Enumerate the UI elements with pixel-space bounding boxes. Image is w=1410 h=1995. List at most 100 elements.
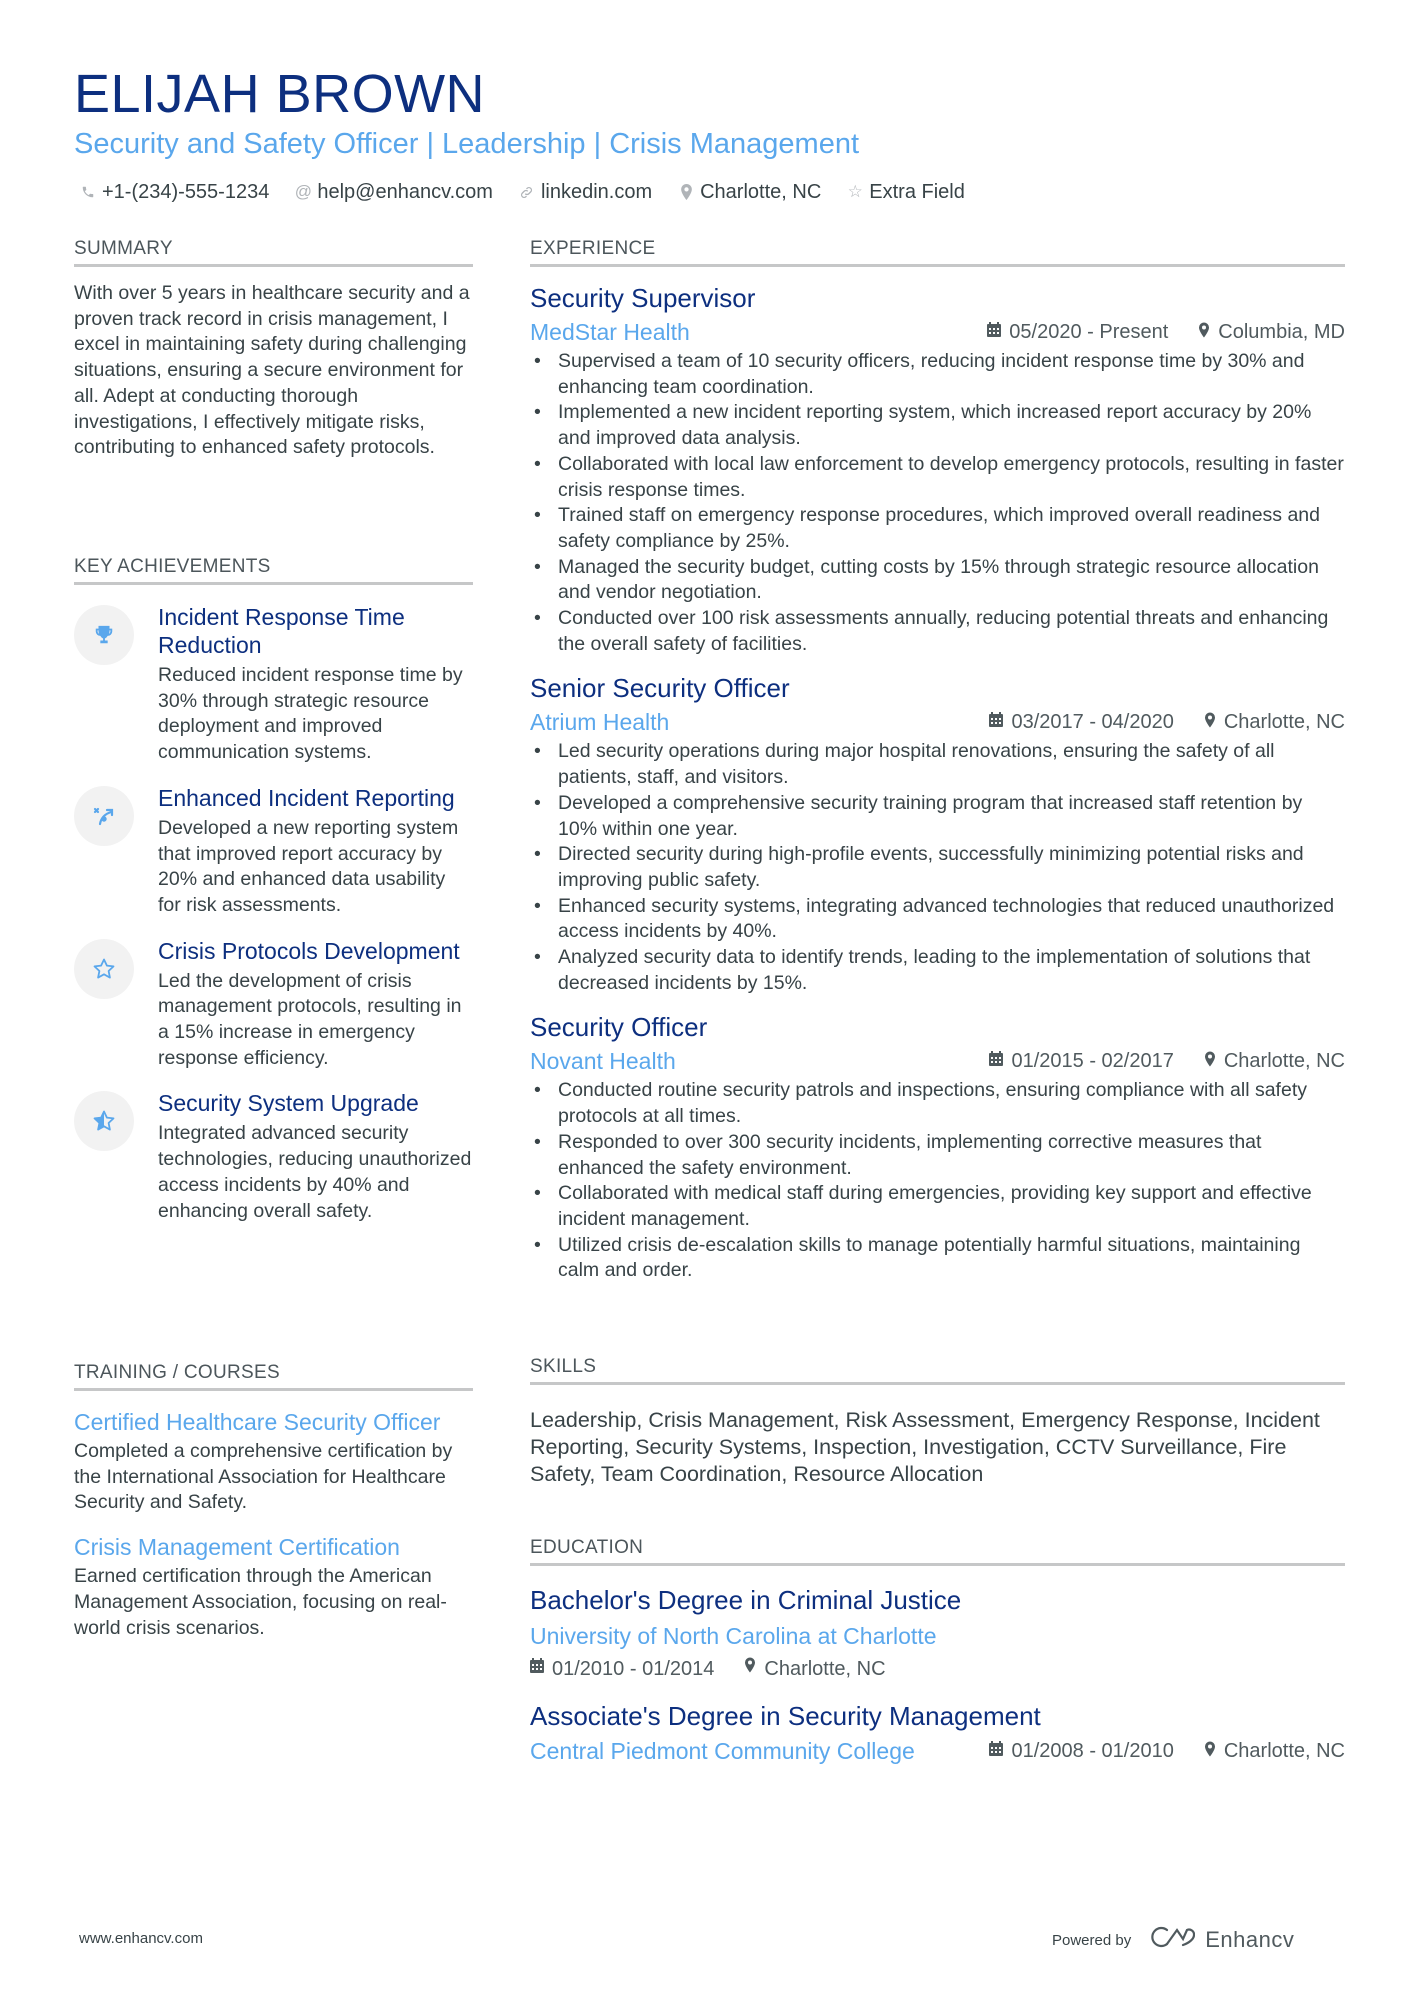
candidate-headline: Security and Safety Officer | Leadership… (74, 128, 860, 160)
location-icon (1204, 1741, 1216, 1762)
experience-section: EXPERIENCE Security Supervisor MedStar H… (530, 238, 1345, 1284)
location-icon (1204, 1051, 1216, 1072)
course-text: Completed a comprehensive certification … (74, 1440, 453, 1514)
skills-heading: SKILLS (530, 1356, 1345, 1385)
location-icon (744, 1654, 756, 1684)
education-heading: EDUCATION (530, 1537, 1345, 1566)
training-heading: TRAINING / COURSES (74, 1362, 473, 1391)
job-bullet: Conducted routine security patrols and i… (534, 1078, 1345, 1129)
job-entry: Senior Security Officer Atrium Health 03… (530, 671, 1345, 996)
calendar-icon (989, 712, 1004, 732)
enhancv-logo-icon (1149, 1925, 1196, 1955)
contact-email-text: help@enhancv.com (317, 181, 493, 203)
phone-icon (80, 185, 96, 199)
achievement-title: Security System Upgrade (158, 1090, 419, 1117)
calendar-icon (530, 1654, 544, 1684)
enhancv-brand-text: Enhancv (1205, 1927, 1295, 1952)
course-item: Crisis Management Certification Earned c… (74, 1532, 473, 1641)
edu-degree: Bachelor's Degree in Criminal Justice (530, 1585, 962, 1615)
job-bullets: Conducted routine security patrols and i… (530, 1078, 1345, 1284)
job-company: Atrium Health (530, 708, 670, 735)
job-bullet: Collaborated with medical staff during e… (534, 1181, 1345, 1232)
job-bullet: Led security operations during major hos… (534, 739, 1345, 790)
edu-degree: Associate's Degree in Security Managemen… (530, 1701, 1041, 1731)
education-entry: Bachelor's Degree in Criminal Justice Un… (530, 1582, 1345, 1684)
education-section: EDUCATION Bachelor's Degree in Criminal … (530, 1537, 1345, 1768)
contact-linkedin-text: linkedin.com (540, 181, 653, 203)
training-section: TRAINING / COURSES Certified Healthcare … (74, 1362, 473, 1641)
course-item: Certified Healthcare Security Officer Co… (74, 1407, 473, 1516)
achievements-section: KEY ACHIEVEMENTS Incident Response Time … (74, 556, 473, 1224)
job-bullet: Implemented a new incident reporting sys… (534, 400, 1345, 451)
calendar-icon (989, 1051, 1004, 1071)
job-bullet: Managed the security budget, cutting cos… (534, 555, 1345, 606)
achievement-title: Enhanced Incident Reporting (158, 784, 455, 811)
achievements-heading: KEY ACHIEVEMENTS (74, 556, 473, 585)
job-company: MedStar Health (530, 318, 690, 345)
summary-text: With over 5 years in healthcare security… (74, 282, 470, 459)
summary-heading: SUMMARY (74, 238, 473, 267)
job-bullet: Analyzed security data to identify trend… (534, 945, 1345, 996)
achievement-text: Reduced incident response time by 30% th… (158, 664, 463, 764)
achievement-item: Security System Upgrade Integrated advan… (74, 1089, 473, 1224)
candidate-name: ELIJAH BROWN (74, 64, 486, 124)
achievement-text: Integrated advanced security technologie… (158, 1122, 472, 1222)
location-icon (1198, 322, 1210, 343)
contact-email[interactable]: @ help@enhancv.com (295, 178, 493, 206)
job-dates: 01/2015 - 02/2017 (1011, 1049, 1174, 1072)
calendar-icon (989, 1741, 1004, 1761)
enhancv-logo[interactable]: Enhancv (1149, 1925, 1294, 1955)
job-bullet: Conducted over 100 risk assessments annu… (534, 606, 1345, 657)
achievement-title: Incident Response Time Reduction (158, 604, 405, 658)
powered-by-label: Powered by (1052, 1931, 1132, 1949)
contact-linkedin[interactable]: linkedin.com (519, 178, 652, 206)
job-bullet: Collaborated with local law enforcement … (534, 452, 1345, 503)
edu-dates: 01/2008 - 01/2010 (1011, 1739, 1174, 1762)
at-icon: @ (294, 182, 312, 201)
job-bullets: Led security operations during major hos… (530, 739, 1345, 996)
contact-phone-text: +1-(234)-555-1234 (102, 181, 270, 203)
strategy-icon (74, 785, 134, 846)
job-bullets: Supervised a team of 10 security officer… (530, 349, 1345, 657)
course-text: Earned certification through the America… (74, 1565, 447, 1639)
contact-phone[interactable]: +1-(234)-555-1234 (80, 178, 269, 206)
location-icon (1204, 712, 1216, 733)
job-entry: Security Supervisor MedStar Health 05/20… (530, 281, 1345, 657)
footer-website-link[interactable]: www.enhancv.com (79, 1930, 203, 1947)
job-title: Senior Security Officer (530, 673, 790, 704)
achievement-text: Led the development of crisis management… (158, 969, 462, 1069)
education-entry: Associate's Degree in Security Managemen… (530, 1698, 1345, 1768)
experience-heading: EXPERIENCE (530, 238, 1345, 267)
edu-location: Charlotte, NC (764, 1658, 886, 1680)
achievement-item: Incident Response Time Reduction Reduced… (74, 603, 473, 766)
job-company: Novant Health (530, 1047, 676, 1074)
contact-location-text: Charlotte, NC (700, 181, 822, 203)
job-bullet: Directed security during high-profile ev… (534, 842, 1345, 893)
edu-school: University of North Carolina at Charlott… (530, 1623, 937, 1649)
skills-section: SKILLS Leadership, Crisis Management, Ri… (530, 1356, 1345, 1488)
edu-location: Charlotte, NC (1223, 1739, 1345, 1762)
job-location: Charlotte, NC (1223, 710, 1345, 733)
summary-section: SUMMARY With over 5 years in healthcare … (74, 238, 473, 461)
course-title: Crisis Management Certification (74, 1534, 400, 1561)
star-icon: ☆ (847, 182, 863, 201)
link-icon (519, 185, 535, 200)
achievement-text: Developed a new reporting system that im… (158, 816, 459, 916)
star-icon (74, 938, 134, 999)
job-bullet: Supervised a team of 10 security officer… (534, 349, 1345, 400)
contact-location: Charlotte, NC (678, 178, 821, 206)
course-title: Certified Healthcare Security Officer (74, 1409, 441, 1435)
job-location: Charlotte, NC (1223, 1049, 1345, 1072)
edu-school: Central Piedmont Community College (530, 1738, 915, 1764)
achievement-item: Crisis Protocols Development Led the dev… (74, 937, 473, 1072)
achievement-title: Crisis Protocols Development (158, 937, 460, 964)
job-bullet: Developed a comprehensive security train… (534, 791, 1345, 842)
location-icon (678, 184, 694, 200)
job-bullet: Responded to over 300 security incidents… (534, 1130, 1345, 1181)
trophy-icon (74, 605, 134, 665)
skills-text: Leadership, Crisis Management, Risk Asse… (530, 1408, 1320, 1486)
star-half-icon (74, 1091, 134, 1152)
job-entry: Security Officer Novant Health 01/2015 -… (530, 1010, 1345, 1284)
job-title: Security Supervisor (530, 283, 756, 313)
job-dates: 03/2017 - 04/2020 (1011, 710, 1174, 733)
